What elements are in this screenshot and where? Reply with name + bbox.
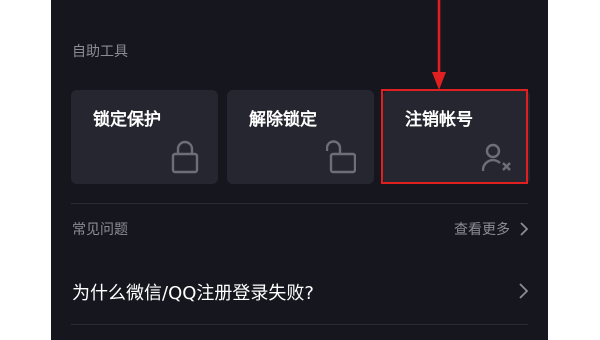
- faq-section-title: 常见问题: [72, 222, 128, 238]
- lock-icon: [171, 140, 199, 174]
- faq-question: 为什么微信/QQ注册登录失败?: [72, 283, 314, 304]
- lock-protection-label: 锁定保护: [93, 110, 161, 130]
- chevron-right-icon: [519, 283, 528, 299]
- chevron-right-icon: [520, 222, 528, 236]
- phone-screen: 自助工具 锁定保护 解除锁定 注销帐号 常见问题 查看更多 为什么微信/QQ注册…: [51, 0, 548, 340]
- cancel-account-label: 注销帐号: [405, 110, 473, 130]
- user-remove-icon: [482, 143, 511, 172]
- divider: [71, 203, 528, 204]
- faq-item[interactable]: 为什么微信/QQ注册登录失败?: [72, 272, 528, 312]
- annotation-arrow-icon: [432, 0, 446, 90]
- cancel-account-card[interactable]: 注销帐号: [383, 90, 530, 184]
- unlock-card[interactable]: 解除锁定: [227, 90, 374, 184]
- tools-section-title: 自助工具: [72, 44, 128, 60]
- lock-protection-card[interactable]: 锁定保护: [71, 90, 218, 184]
- divider: [71, 324, 528, 325]
- see-more-label: 查看更多: [454, 222, 510, 238]
- unlock-icon: [326, 140, 356, 174]
- see-more-link[interactable]: 查看更多: [454, 219, 528, 239]
- unlock-label: 解除锁定: [249, 110, 317, 130]
- faq-header: 常见问题 查看更多: [72, 219, 528, 239]
